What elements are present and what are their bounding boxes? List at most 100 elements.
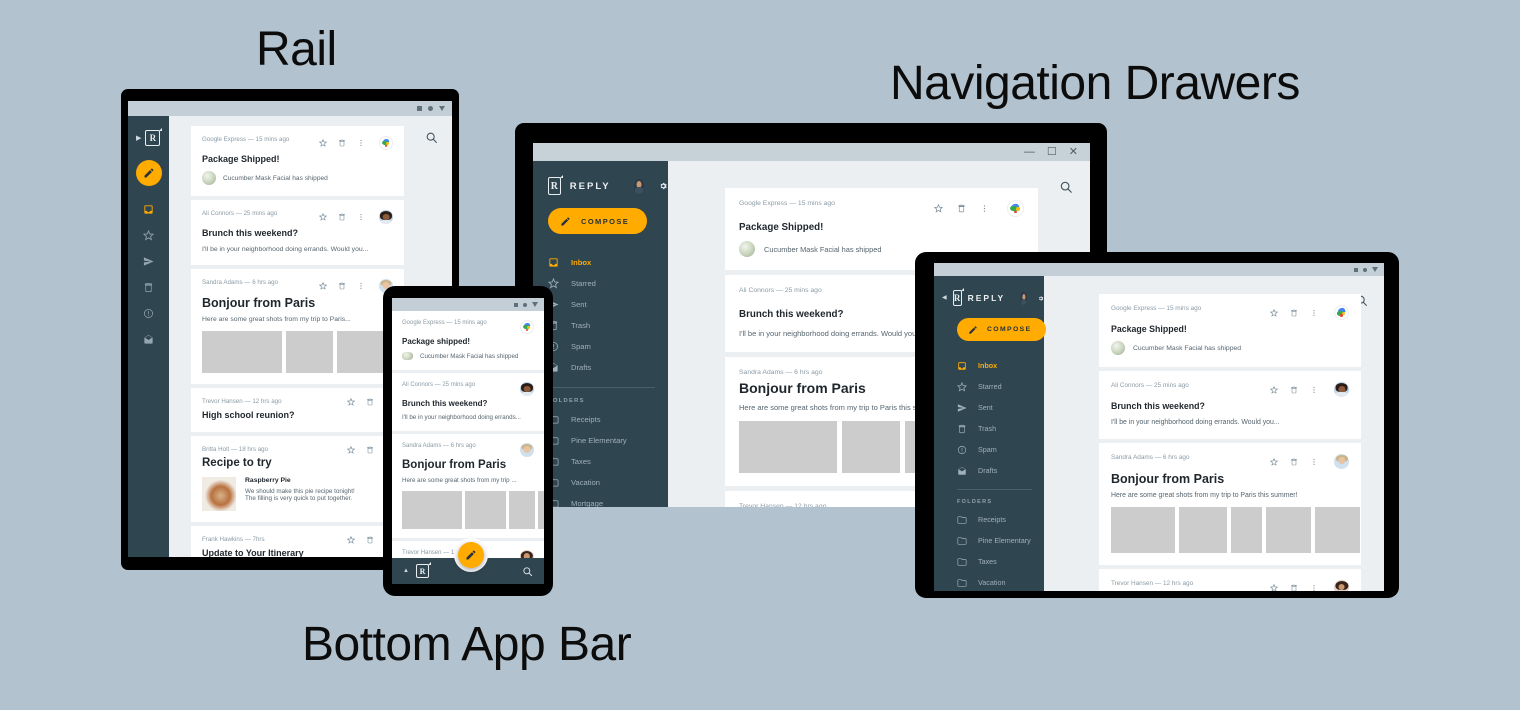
star-icon[interactable] (1270, 308, 1278, 317)
folder-item-receipts[interactable]: Receipts (533, 409, 668, 430)
window-square-icon[interactable] (1354, 267, 1358, 272)
folder-item-pine-elementary[interactable]: Pine Elementary (533, 430, 668, 451)
sidebar-item-sent[interactable]: Sent (934, 397, 1044, 418)
sidebar-item-drafts[interactable] (143, 334, 154, 345)
attachment-image[interactable] (202, 331, 282, 373)
sidebar-item-inbox[interactable]: Inbox (934, 355, 1044, 376)
sidebar-item-trash[interactable]: Trash (934, 418, 1044, 439)
sidebar-item-drafts[interactable]: Drafts (533, 357, 668, 378)
rail-header[interactable]: ▶ R (128, 116, 169, 146)
star-icon[interactable] (347, 398, 355, 406)
attachment-image[interactable] (842, 421, 900, 473)
compose-fab[interactable] (135, 160, 162, 186)
trash-icon[interactable] (957, 204, 966, 213)
gear-icon[interactable] (659, 180, 668, 192)
star-icon[interactable] (1270, 583, 1278, 592)
window-dot-icon[interactable] (1363, 267, 1367, 272)
folder-item-taxes[interactable]: Taxes (934, 551, 1044, 572)
star-icon[interactable] (1270, 385, 1278, 394)
mail-card[interactable]: Google Express — 15 mins ago Package Shi… (191, 126, 404, 196)
maximize-button[interactable]: ☐ (1047, 146, 1057, 158)
mail-actions[interactable] (1270, 454, 1349, 469)
star-icon[interactable] (347, 536, 355, 544)
gear-icon[interactable] (1038, 293, 1044, 304)
star-icon[interactable] (934, 204, 943, 213)
more-vert-icon[interactable] (1310, 458, 1318, 466)
mail-card[interactable]: Britta Holt — 18 hrs ago Recipe to try R… (191, 436, 404, 522)
window-triangle-icon[interactable] (1372, 267, 1378, 272)
sidebar-item-drafts[interactable]: Drafts (934, 460, 1044, 481)
window-controls[interactable]: — ☐ ✕ (1024, 146, 1090, 158)
star-icon[interactable] (1270, 457, 1278, 466)
mail-actions[interactable] (1270, 305, 1349, 320)
attachment-image[interactable] (286, 331, 333, 373)
search-icon[interactable] (1059, 180, 1073, 194)
folder-item-vacation[interactable]: Vacation (533, 472, 668, 493)
sidebar-item-starred[interactable]: Starred (934, 376, 1044, 397)
avatar[interactable] (1020, 291, 1028, 305)
mail-actions[interactable] (319, 279, 393, 293)
folder-item-receipts[interactable]: Receipts (934, 509, 1044, 530)
chevron-right-icon[interactable]: ▶ (136, 135, 141, 142)
window-triangle-icon[interactable] (532, 302, 538, 307)
close-button[interactable]: ✕ (1069, 146, 1078, 158)
sidebar-item-sent[interactable] (143, 256, 154, 267)
window-square-icon[interactable] (417, 106, 422, 111)
trash-icon[interactable] (1290, 584, 1298, 592)
attachment-image[interactable] (337, 331, 384, 373)
mail-card[interactable]: Ali Connors — 25 mins ago Brunch this we… (392, 373, 544, 431)
search-region-desktop[interactable] (1042, 161, 1090, 213)
compose-button[interactable]: COMPOSE (548, 208, 647, 234)
folder-item-taxes[interactable]: Taxes (533, 451, 668, 472)
search-icon[interactable] (425, 131, 438, 144)
trash-icon[interactable] (366, 536, 374, 544)
mail-actions[interactable] (934, 200, 1024, 217)
attachment-row[interactable] (202, 331, 404, 373)
mail-card[interactable]: Trevor Hansen — 12 hrs ago High school r… (191, 388, 404, 432)
mail-card[interactable]: Ali Connors — 25 mins ago Brunch this we… (191, 200, 404, 265)
attachment-image[interactable] (1179, 507, 1227, 553)
star-icon[interactable] (319, 282, 327, 290)
trash-icon[interactable] (366, 446, 374, 454)
mail-card[interactable]: Trevor Hansen — 12 hrs ago (1099, 569, 1361, 591)
mail-actions[interactable] (1270, 580, 1349, 591)
attachment-row[interactable] (402, 491, 544, 529)
compose-fab[interactable] (458, 542, 484, 568)
more-vert-icon[interactable] (1310, 386, 1318, 394)
sidebar-item-spam[interactable] (143, 308, 154, 319)
star-icon[interactable] (347, 446, 355, 454)
mail-card[interactable]: Sandra Adams — 6 hrs ago Bonjour from Pa… (1099, 443, 1361, 565)
attachment-image[interactable] (402, 491, 462, 529)
trash-icon[interactable] (1290, 386, 1298, 394)
trash-icon[interactable] (338, 282, 346, 290)
attachment-image[interactable] (509, 491, 535, 529)
star-icon[interactable] (319, 213, 327, 221)
sidebar-item-inbox[interactable]: Inbox (533, 252, 668, 273)
sidebar-item-sent[interactable]: Sent (533, 294, 668, 315)
mail-card[interactable]: Frank Hawkins — 7hrs Update to Your Itin… (191, 526, 404, 557)
trash-icon[interactable] (366, 398, 374, 406)
mail-card[interactable]: Sandra Adams — 6 hrs ago Bonjour from Pa… (191, 269, 404, 384)
mail-actions[interactable] (319, 136, 393, 150)
sidebar-item-starred[interactable] (143, 230, 154, 241)
reply-logo-icon[interactable]: R (415, 562, 431, 578)
window-dot-icon[interactable] (428, 106, 433, 111)
folder-item-pine-elementary[interactable]: Pine Elementary (934, 530, 1044, 551)
attachment-image[interactable] (465, 491, 506, 529)
trash-icon[interactable] (338, 213, 346, 221)
mail-card[interactable]: Sandra Adams — 6 hrs ago Bonjour from Pa… (392, 434, 544, 538)
mail-list-tablet[interactable]: Google Express — 15 mins ago Package Shi… (1099, 294, 1361, 591)
mail-card[interactable]: Google Express — 15 mins ago Package shi… (392, 311, 544, 370)
attachment-image[interactable] (1266, 507, 1311, 553)
sidebar-item-starred[interactable]: Starred (533, 273, 668, 294)
mail-actions[interactable] (319, 210, 393, 224)
sidebar-item-trash[interactable]: Trash (533, 315, 668, 336)
minimize-button[interactable]: — (1024, 146, 1035, 158)
trash-icon[interactable] (1290, 458, 1298, 466)
attachment-image[interactable] (538, 491, 544, 529)
mail-actions[interactable] (1270, 382, 1349, 397)
more-vert-icon[interactable] (357, 213, 365, 221)
folder-item-vacation[interactable]: Vacation (934, 572, 1044, 591)
titlebar-controls[interactable] (1354, 267, 1384, 272)
avatar[interactable] (633, 178, 645, 194)
